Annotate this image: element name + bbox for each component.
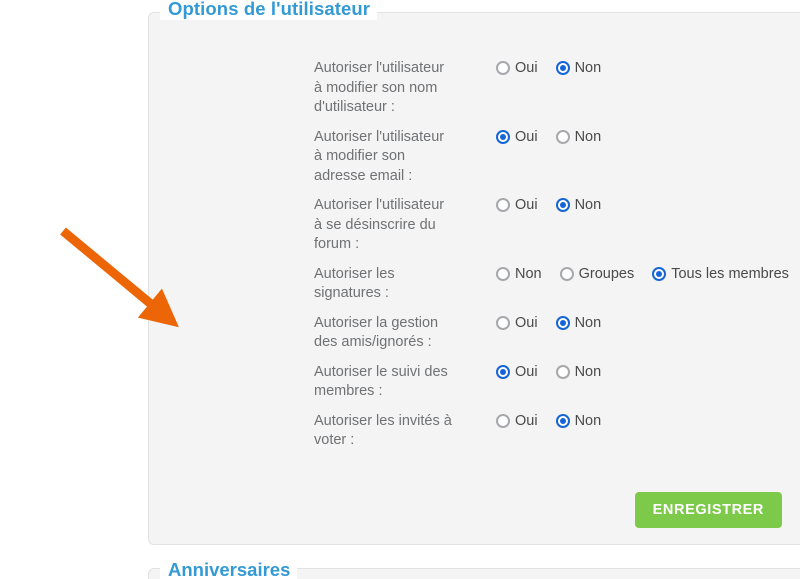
radio-option[interactable]: Non [555,196,602,214]
option-row-choices: Non Groupes Tous les membres [496,263,789,283]
radio-unchecked-icon[interactable] [496,61,510,75]
user-options-legend: Options de l'utilisateur [160,0,378,20]
radio-option[interactable]: Non [555,363,602,381]
option-row: Autoriser l'utilisateur à modifier son a… [314,126,800,187]
radio-unchecked-icon[interactable] [496,198,510,212]
radio-checked-icon[interactable] [555,61,570,75]
radio-unchecked-icon[interactable] [496,266,510,281]
option-row-choices: Oui Non [496,194,601,214]
radio-checked-icon[interactable] [555,413,570,428]
radio-option-label: Non [574,412,602,429]
radio-option-label: Non [515,265,542,282]
radio-option-label: Non [574,128,602,145]
radio-checked-icon[interactable] [652,266,667,281]
option-row-choices: Oui Non [496,57,601,77]
radio-option-label: Oui [515,363,538,380]
option-row: Autoriser la gestion des amis/ignorés : O… [314,312,800,353]
radio-option[interactable]: Non [555,128,602,146]
option-row-label: Autoriser l'utilisateur à modifier son n… [314,60,445,115]
radio-option[interactable]: Tous les membres [652,265,789,283]
radio-checked-icon[interactable] [496,129,510,144]
radio-unchecked-icon[interactable] [496,315,510,330]
radio-checked-icon[interactable] [496,364,510,379]
radio-unchecked-icon[interactable] [555,129,570,144]
option-row-choices: Oui Non [496,361,601,381]
user-options-fieldset: Autoriser l'utilisateur à modifier son n… [148,12,800,545]
option-row: Autoriser l'utilisateur à se désinscrire… [314,194,800,255]
radio-option-label: Oui [515,128,538,145]
save-button[interactable]: ENREGISTRER [634,492,782,528]
radio-option-label: Non [574,363,602,380]
radio-unchecked-icon[interactable] [559,266,574,281]
page-canvas: Autoriser l'utilisateur à modifier son n… [0,0,800,579]
radio-checked-icon[interactable] [555,315,570,330]
option-row-label: Autoriser les signatures : [314,265,395,302]
option-row-label: Autoriser l'utilisateur à modifier son a… [314,128,445,184]
radio-option-label: Non [574,197,602,213]
radio-option-label: Oui [515,60,538,76]
option-row: Autoriser les signatures : Non Groupes Tous… [314,263,800,304]
option-row-choices: Oui Non [496,410,601,430]
radio-option[interactable]: Oui [496,128,538,146]
radio-unchecked-icon[interactable] [496,413,510,428]
radio-option-label: Groupes [578,265,635,282]
option-row: Autoriser les invités à voter : Oui Non [314,410,800,451]
radio-unchecked-icon[interactable] [555,364,570,379]
radio-option[interactable]: Oui [496,314,538,332]
birthdays-legend: Anniversaires [160,559,298,579]
radio-option[interactable]: Oui [496,196,538,214]
radio-option[interactable]: Oui [496,412,538,430]
radio-option[interactable]: Non [496,265,542,283]
submit-row: ENREGISTRER [149,492,782,528]
radio-option[interactable]: Oui [496,59,538,77]
radio-option-label: Oui [515,314,538,331]
radio-option[interactable]: Non [555,59,602,77]
option-row-label: Autoriser la gestion des amis/ignorés : [314,314,439,351]
radio-checked-icon[interactable] [555,198,570,212]
radio-option[interactable]: Non [555,314,602,332]
radio-option-label: Oui [515,412,538,429]
radio-option-label: Oui [515,197,538,213]
option-row: Autoriser l'utilisateur à modifier son n… [314,57,800,118]
option-row-label: Autoriser les invités à voter : [314,412,452,449]
radio-option-label: Non [574,60,602,76]
options-row-list: Autoriser l'utilisateur à modifier son n… [314,57,800,459]
radio-option[interactable]: Groupes [559,265,635,283]
radio-option[interactable]: Non [555,412,602,430]
option-row: Autoriser le suivi des membres : Oui Non [314,361,800,402]
option-row-label: Autoriser le suivi des membres : [314,363,448,400]
radio-option-label: Non [574,314,602,331]
radio-option[interactable]: Oui [496,363,538,381]
radio-option-label: Tous les membres [671,265,789,282]
option-row-choices: Oui Non [496,126,601,146]
option-row-choices: Oui Non [496,312,601,332]
option-row-label: Autoriser l'utilisateur à se désinscrire… [314,197,445,252]
